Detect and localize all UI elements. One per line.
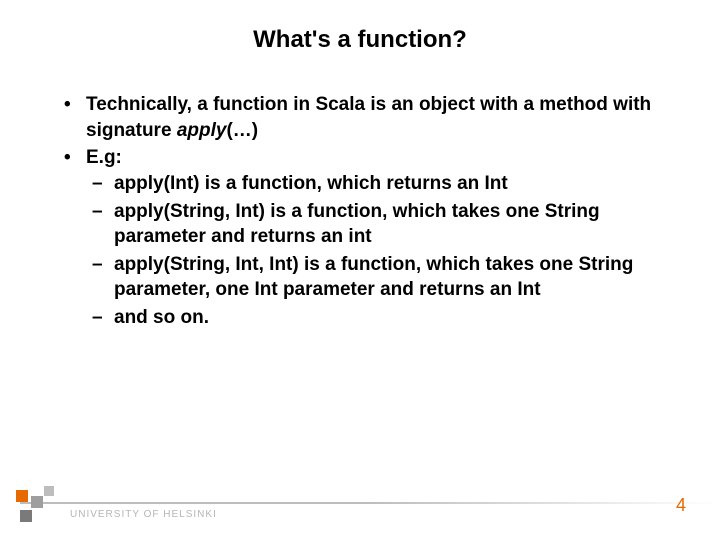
sub-bullet-item: apply(String, Int) is a function, which … <box>86 199 664 250</box>
text-run: (…) <box>226 120 258 141</box>
bullet-text: Technically, a function in Scala is an o… <box>86 94 651 141</box>
sub-bullet-list: apply(Int) is a function, which returns … <box>86 171 664 331</box>
page-number: 4 <box>676 495 686 516</box>
university-logo-icon <box>14 484 60 530</box>
sub-bullet-text: and so on. <box>114 307 209 328</box>
sub-bullet-item: and so on. <box>86 305 664 331</box>
bullet-item: Technically, a function in Scala is an o… <box>56 92 664 143</box>
bullet-item: E.g: apply(Int) is a function, which ret… <box>56 145 664 330</box>
slide-title: What's a function? <box>0 0 720 62</box>
sub-bullet-text: apply(Int) is a function, which returns … <box>114 173 508 194</box>
slide: What's a function? Technically, a functi… <box>0 0 720 540</box>
footer-divider <box>20 502 720 504</box>
bullet-text: E.g: <box>86 147 122 168</box>
text-run: Technically, a function in Scala is an o… <box>86 94 651 141</box>
sub-bullet-item: apply(Int) is a function, which returns … <box>86 171 664 197</box>
slide-footer: UNIVERSITY OF HELSINKI 4 <box>0 480 720 540</box>
sub-bullet-text: apply(String, Int) is a function, which … <box>114 201 600 248</box>
bullet-list: Technically, a function in Scala is an o… <box>56 92 664 331</box>
text-run-italic: apply <box>177 120 227 141</box>
sub-bullet-text: apply(String, Int, Int) is a function, w… <box>114 254 633 301</box>
sub-bullet-item: apply(String, Int, Int) is a function, w… <box>86 252 664 303</box>
university-name: UNIVERSITY OF HELSINKI <box>70 509 217 520</box>
slide-content: Technically, a function in Scala is an o… <box>0 62 720 331</box>
